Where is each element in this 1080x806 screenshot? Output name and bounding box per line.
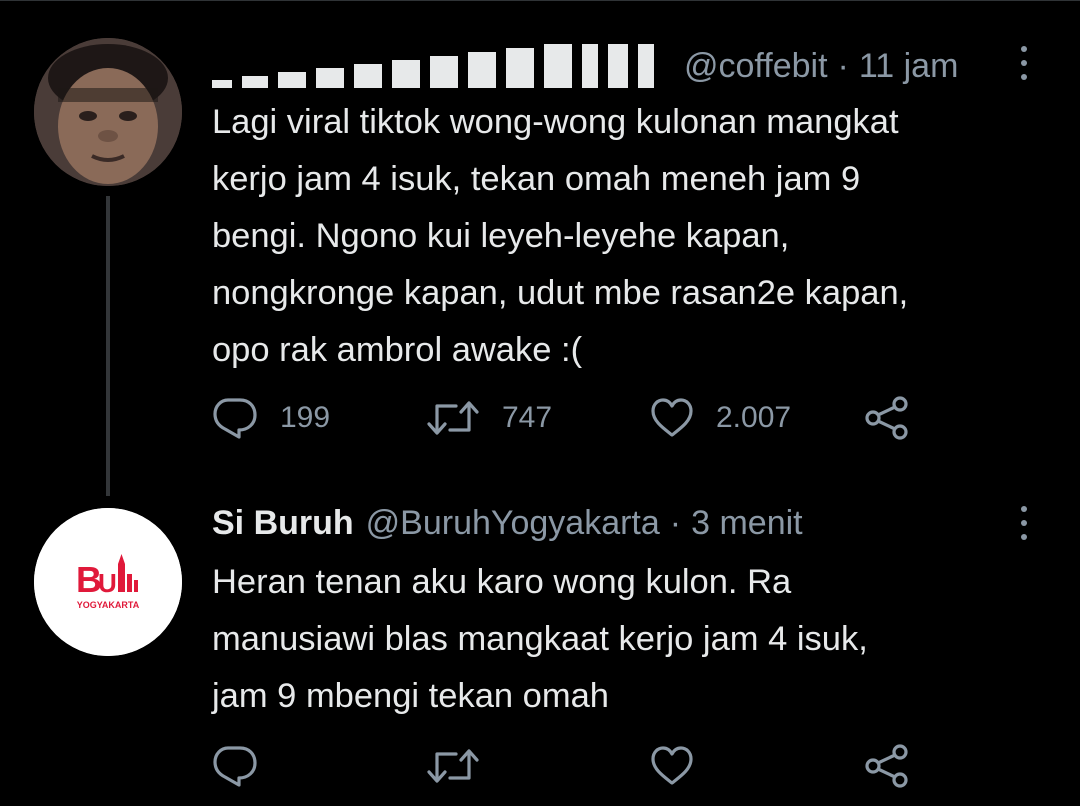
avatar-buruhyogyakarta[interactable]: B U YOGYAKARTA bbox=[34, 508, 182, 656]
tweet-header: Si Buruh @BuruhYogyakarta · 3 menit bbox=[212, 504, 803, 543]
tweet-actions bbox=[212, 744, 910, 788]
separator-dot: · bbox=[837, 46, 849, 85]
svg-text:YOGYAKARTA: YOGYAKARTA bbox=[77, 600, 140, 610]
thread-connector bbox=[106, 196, 110, 496]
share-button[interactable] bbox=[864, 396, 910, 440]
buruh-yogyakarta-logo: B U YOGYAKARTA bbox=[34, 508, 182, 656]
reply-icon bbox=[213, 398, 257, 439]
avatar-coffebit[interactable] bbox=[34, 38, 182, 186]
display-name[interactable]: Si Buruh bbox=[212, 504, 354, 543]
reply-icon bbox=[213, 746, 257, 787]
like-button[interactable]: 2.007 bbox=[650, 397, 864, 439]
share-button[interactable] bbox=[864, 744, 910, 788]
like-icon bbox=[651, 398, 693, 437]
user-handle[interactable]: @BuruhYogyakarta bbox=[366, 504, 660, 543]
reply-count: 199 bbox=[280, 401, 331, 434]
share-icon bbox=[865, 396, 908, 440]
retweet-count: 747 bbox=[502, 401, 553, 434]
top-divider bbox=[0, 0, 1080, 1]
like-count: 2.007 bbox=[716, 401, 792, 434]
tweet-actions: 199 747 2.007 bbox=[212, 396, 910, 440]
display-name-redacted[interactable] bbox=[212, 44, 654, 88]
tweet-header: @coffebit · 11 jam bbox=[212, 44, 958, 88]
more-icon[interactable] bbox=[1016, 46, 1032, 80]
timestamp[interactable]: 3 menit bbox=[691, 504, 803, 543]
reply-button[interactable] bbox=[212, 744, 426, 788]
tweet-text: Lagi viral tiktok wong-wong kulonan mang… bbox=[212, 103, 909, 369]
like-button[interactable] bbox=[650, 745, 864, 787]
separator-dot: · bbox=[669, 504, 682, 542]
retweet-icon bbox=[427, 401, 479, 435]
more-icon[interactable] bbox=[1016, 506, 1032, 540]
retweet-icon bbox=[427, 749, 479, 783]
timestamp[interactable]: 11 jam bbox=[859, 47, 959, 86]
svg-text:U: U bbox=[98, 568, 117, 598]
user-handle[interactable]: @coffebit bbox=[684, 47, 828, 86]
like-icon bbox=[651, 746, 693, 785]
retweet-button[interactable]: 747 bbox=[426, 396, 650, 440]
share-icon bbox=[865, 744, 908, 788]
tweet-text: Heran tenan aku karo wong kulon. Ra manu… bbox=[212, 563, 868, 715]
avatar-photo bbox=[34, 38, 182, 186]
retweet-button[interactable] bbox=[426, 744, 650, 788]
reply-button[interactable]: 199 bbox=[212, 396, 426, 440]
